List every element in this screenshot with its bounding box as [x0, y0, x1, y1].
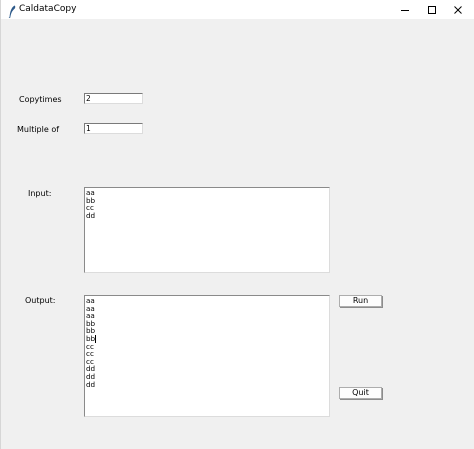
output-line: aa: [86, 312, 329, 320]
window-title: CaldataCopy: [19, 4, 77, 14]
output-line: bb: [86, 335, 329, 343]
output-line: dd: [86, 373, 329, 381]
input-line-text: dd: [86, 210, 96, 220]
output-line: aa: [86, 297, 329, 305]
text-cursor: [95, 334, 97, 343]
multiple-of-label: Multiple of: [17, 125, 60, 134]
minimize-icon: [400, 0, 410, 19]
input-line: dd: [86, 210, 329, 220]
app-window: CaldataCopy Copytimes 2 Multiple of 1 In…: [0, 0, 474, 449]
minimize-button[interactable]: [390, 0, 420, 19]
input-line: aa: [86, 189, 329, 197]
title-bar[interactable]: CaldataCopy: [1, 0, 474, 19]
output-label: Output:: [25, 296, 56, 305]
input-textbox[interactable]: aa bb cc dd: [84, 187, 330, 273]
input-label: Input:: [28, 189, 52, 198]
feather-icon: [8, 3, 16, 19]
output-line: bb: [86, 319, 329, 328]
output-line-text: dd: [86, 379, 96, 389]
input-line: cc: [86, 204, 329, 212]
copytimes-label: Copytimes: [19, 95, 62, 104]
output-textbox[interactable]: aa aa aa bb bb bb cc cc cc dd dd dd: [84, 295, 330, 417]
output-line: bb: [86, 327, 329, 335]
close-icon: [453, 0, 463, 19]
input-line: bb: [86, 196, 329, 205]
close-button[interactable]: [443, 0, 473, 19]
output-line: cc: [86, 350, 329, 358]
output-line: dd: [86, 379, 329, 389]
run-button[interactable]: Run: [339, 295, 382, 307]
copytimes-input[interactable]: 2: [84, 93, 143, 104]
client-area: Copytimes 2 Multiple of 1 Input: aa bb cc d…: [1, 19, 474, 449]
quit-button[interactable]: Quit: [339, 387, 382, 399]
output-line: cc: [86, 357, 329, 366]
maximize-icon: [427, 0, 437, 19]
multiple-of-input[interactable]: 1: [84, 123, 143, 134]
output-line: dd: [86, 365, 329, 373]
output-line: cc: [86, 342, 329, 351]
output-line: aa: [86, 304, 329, 313]
